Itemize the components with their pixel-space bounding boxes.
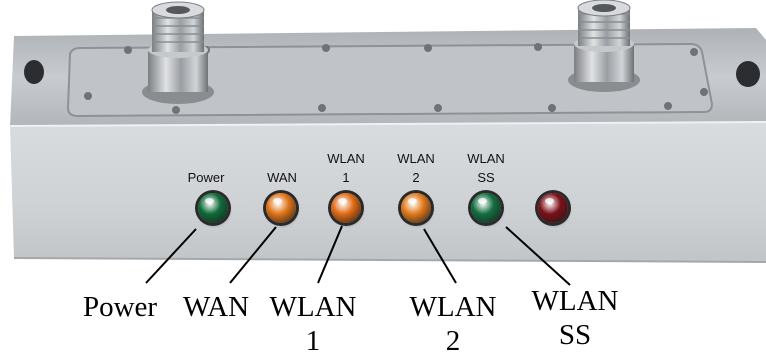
mounting-hole-right	[736, 61, 760, 87]
front-panel	[10, 122, 766, 262]
antenna-connector-right	[568, 0, 640, 92]
panel-label-wlan1-top: WLAN	[327, 151, 365, 166]
callout-wlan1-bottom: 1	[305, 325, 321, 357]
led-wlanss	[471, 193, 501, 223]
callout-wlan1-top: WLAN	[269, 291, 357, 323]
callout-power: Power	[82, 291, 158, 323]
led-wlan1	[331, 193, 361, 223]
panel-label-wlan2: WLAN 2	[392, 151, 440, 185]
callout-wlan2-bottom: 2	[445, 325, 461, 357]
antenna-connector-left	[142, 1, 214, 104]
panel-label-wan: WAN	[267, 170, 297, 185]
led-power	[198, 193, 228, 223]
callout-wlan2-top: WLAN	[409, 291, 497, 323]
panel-label-power: Power	[187, 170, 225, 185]
callout-wlanss-top: WLAN	[531, 285, 619, 317]
callout-wan: WAN	[182, 291, 250, 323]
led-wlan2	[401, 193, 431, 223]
callout-wlan2: WLAN 2	[398, 290, 508, 358]
led-wan	[266, 193, 296, 223]
panel-label-wlan2-bottom: 2	[412, 170, 420, 185]
led-unlabeled	[538, 193, 568, 223]
panel-label-wlan2-top: WLAN	[397, 151, 435, 166]
panel-label-wlanss-top: WLAN	[467, 151, 505, 166]
callout-wlan1: WLAN 1	[258, 290, 368, 358]
mounting-hole-left	[24, 60, 44, 84]
panel-label-wlanss: WLAN SS	[462, 151, 510, 185]
callout-wlanss-bottom: SS	[558, 319, 592, 351]
panel-label-wlanss-bottom: SS	[477, 170, 495, 185]
panel-label-wlan1-bottom: 1	[342, 170, 350, 185]
panel-label-wlan1: WLAN 1	[322, 151, 370, 185]
callout-wlanss: WLAN SS	[520, 284, 630, 352]
